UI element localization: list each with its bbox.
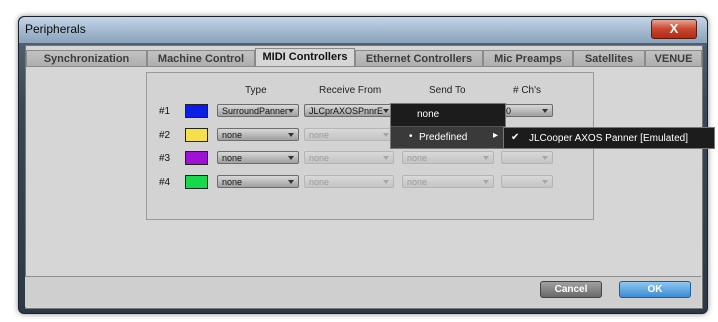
row-3-type-value: none xyxy=(222,153,243,163)
tab-midi-controllers[interactable]: MIDI Controllers xyxy=(255,48,355,66)
chevron-down-icon xyxy=(483,156,489,160)
row-1-label: #1 xyxy=(159,106,171,117)
bullet-icon: • xyxy=(409,131,413,142)
window-title: Peripherals xyxy=(25,22,86,36)
chevron-down-icon xyxy=(483,180,489,184)
header-receive-from: Receive From xyxy=(319,85,382,96)
cancel-button[interactable]: Cancel xyxy=(540,281,602,298)
row-1-channels-value: 0 xyxy=(506,106,512,116)
menu-item-none[interactable]: none xyxy=(391,104,505,127)
row-1-receive-select[interactable]: JLCprAXOSPnnrE xyxy=(304,104,394,117)
row-2-type-value: none xyxy=(222,130,243,140)
peripherals-window: Peripherals X Synchronization Machine Co… xyxy=(18,16,715,314)
chevron-down-icon xyxy=(288,133,294,137)
menu-item-none-label: none xyxy=(417,109,440,120)
row-2-color-swatch[interactable] xyxy=(185,128,208,142)
row-3-send-value: none xyxy=(407,153,428,163)
row-3-label: #3 xyxy=(159,153,171,164)
header-type: Type xyxy=(245,85,267,96)
row-1-type-value: SurroundPanner xyxy=(222,106,289,116)
chevron-down-icon xyxy=(542,109,548,113)
tab-machine-control[interactable]: Machine Control xyxy=(147,50,255,66)
tab-bar: Synchronization Machine Control MIDI Con… xyxy=(26,48,702,66)
submenu-arrow-icon: ▸ xyxy=(493,130,499,141)
row-3-send-select: none xyxy=(402,151,494,164)
tab-satellites[interactable]: Satellites xyxy=(573,50,645,66)
row-1-color-swatch[interactable] xyxy=(185,104,208,118)
close-button[interactable]: X xyxy=(651,19,697,39)
row-3-channels-select xyxy=(501,151,553,164)
predefined-submenu: ✔ JLCooper AXOS Panner [Emulated] xyxy=(503,127,715,149)
menu-item-predefined-label: Predefined xyxy=(419,132,468,143)
row-4-channels-select xyxy=(501,175,553,188)
chevron-down-icon xyxy=(288,109,294,113)
row-4-send-value: none xyxy=(407,177,428,187)
ok-button[interactable]: OK xyxy=(619,281,691,298)
header-send-to: Send To xyxy=(429,85,466,96)
chevron-down-icon xyxy=(542,156,548,160)
row-4-type-select[interactable]: none xyxy=(217,175,299,188)
submenu-item-jlcooper[interactable]: ✔ JLCooper AXOS Panner [Emulated] xyxy=(504,128,714,148)
chevron-down-icon xyxy=(288,180,294,184)
chevron-down-icon xyxy=(383,109,389,113)
tab-ethernet-controllers[interactable]: Ethernet Controllers xyxy=(355,50,483,66)
row-2-type-select[interactable]: none xyxy=(217,128,299,141)
row-4-receive-value: none xyxy=(309,177,330,187)
row-2-label: #2 xyxy=(159,130,171,141)
row-4-label: #4 xyxy=(159,177,171,188)
chevron-down-icon xyxy=(383,133,389,137)
checkmark-icon: ✔ xyxy=(511,132,520,143)
tab-venue[interactable]: VENUE xyxy=(645,50,702,66)
row-3-receive-select: none xyxy=(304,151,394,164)
chevron-down-icon xyxy=(288,156,294,160)
submenu-item-label: JLCooper AXOS Panner [Emulated] xyxy=(529,133,688,144)
row-4-type-value: none xyxy=(222,177,243,187)
row-3-color-swatch[interactable] xyxy=(185,151,208,165)
titlebar[interactable] xyxy=(19,17,707,43)
row-2-receive-select: none xyxy=(304,128,394,141)
row-1-type-select[interactable]: SurroundPanner xyxy=(217,104,299,117)
row-1-channels-select[interactable]: 0 xyxy=(501,104,553,117)
row-3-receive-value: none xyxy=(309,153,330,163)
chevron-down-icon xyxy=(383,156,389,160)
row-4-send-select: none xyxy=(402,175,494,188)
send-to-popup-menu: none • Predefined ▸ xyxy=(390,103,506,149)
tab-synchronization[interactable]: Synchronization xyxy=(26,50,147,66)
menu-item-predefined[interactable]: • Predefined ▸ xyxy=(391,127,505,148)
row-4-color-swatch[interactable] xyxy=(185,175,208,189)
header-channels: # Ch's xyxy=(513,85,542,96)
tab-mic-preamps[interactable]: Mic Preamps xyxy=(483,50,573,66)
chevron-down-icon xyxy=(383,180,389,184)
tab-divider xyxy=(26,66,702,67)
row-1-receive-value: JLCprAXOSPnnrE xyxy=(309,106,384,116)
row-4-receive-select: none xyxy=(304,175,394,188)
row-3-type-select[interactable]: none xyxy=(217,151,299,164)
chevron-down-icon xyxy=(542,180,548,184)
row-2-receive-value: none xyxy=(309,130,330,140)
